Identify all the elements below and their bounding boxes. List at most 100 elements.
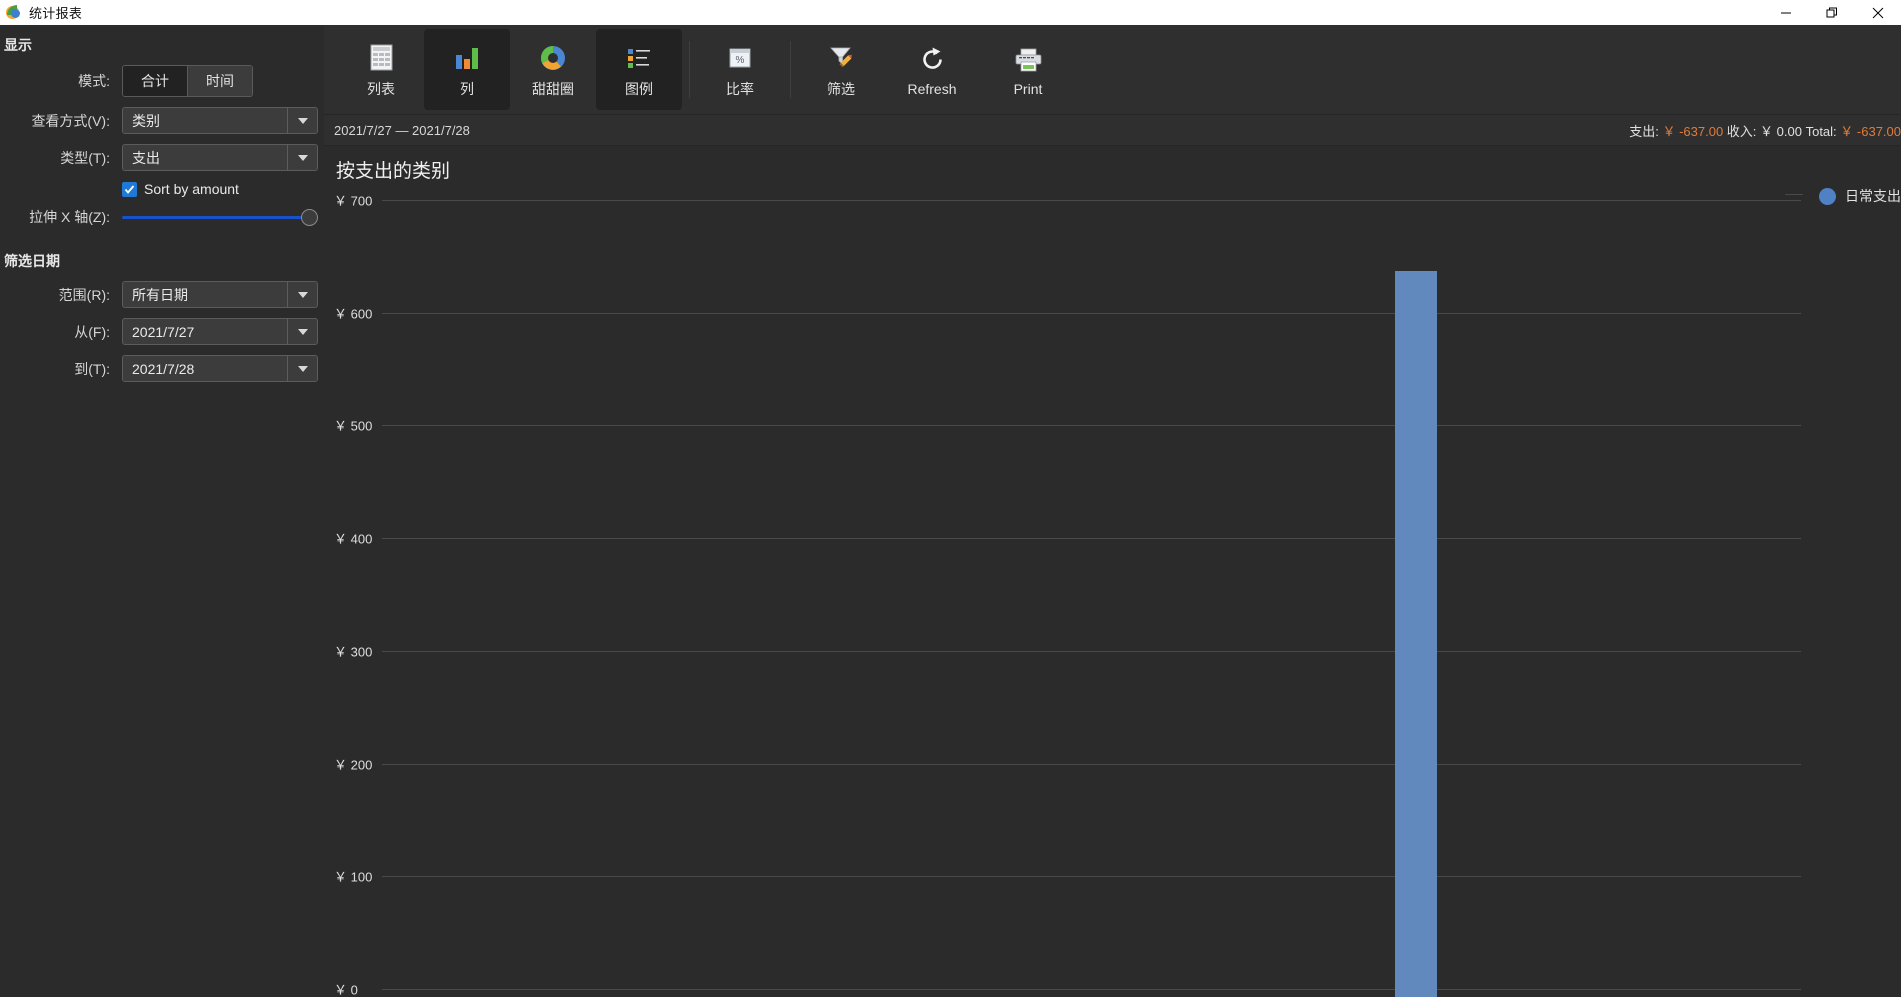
percent-icon: % [728, 41, 752, 75]
income-label: 收入: [1726, 123, 1757, 139]
main-panel: 列表 列 甜甜圈 图例 % 比率 筛选 Refresh Print 2021/7… [324, 25, 1901, 997]
chart-y-axis-label: ￥ 400 [334, 531, 373, 547]
chart-gridline [382, 312, 1801, 314]
toolbar-label: Print [1013, 80, 1043, 97]
chart-y-axis-label: ￥ 0 [334, 982, 358, 997]
toolbar-button-filter[interactable]: 筛选 [798, 29, 884, 110]
filter-edit-icon [828, 41, 855, 75]
total-label: Total: [1805, 123, 1837, 139]
to-date-row: 到(T): 2021/7/28 [0, 355, 324, 382]
chart-gridline [382, 763, 1801, 765]
toolbar-label: 列 [460, 80, 474, 97]
income-value: ￥ 0.00 [1760, 123, 1802, 139]
calendar-dropdown-icon[interactable] [287, 356, 317, 381]
chart-area: 按支出的类别 ￥ 0 ￥ 100 ￥ 200 ￥ 300 ￥ 400 ￥ 500 ￥ 600… [324, 146, 1901, 997]
type-value: 支出 [132, 149, 160, 166]
minimize-icon[interactable] [1763, 0, 1809, 25]
refresh-icon [920, 43, 945, 77]
stretch-x-row: 拉伸 X 轴(Z): [0, 207, 324, 227]
toolbar-button-ratio[interactable]: % 比率 [697, 29, 783, 110]
maximize-icon[interactable] [1809, 0, 1855, 25]
svg-text:%: % [736, 55, 745, 66]
chevron-down-icon[interactable] [287, 145, 317, 170]
chart-gridline [382, 425, 1801, 427]
toolbar-separator [790, 41, 791, 98]
window-title: 统计报表 [29, 6, 83, 21]
toolbar-label: 比率 [726, 80, 754, 97]
expense-label: 支出: [1629, 123, 1659, 139]
toolbar-label: 甜甜圈 [532, 80, 574, 97]
chart-gridline [382, 538, 1801, 540]
view-by-value: 类别 [132, 112, 160, 129]
donut-chart-icon [539, 41, 567, 75]
slider-thumb[interactable] [301, 208, 318, 226]
range-select[interactable]: 所有日期 [122, 281, 318, 308]
chart-y-axis-label: ￥ 600 [334, 306, 373, 322]
view-by-label: 查看方式(V): [31, 112, 110, 129]
mode-segmented-control[interactable]: 合计 时间 [122, 65, 253, 97]
type-select[interactable]: 支出 [122, 144, 318, 171]
toolbar-label: Refresh [907, 80, 957, 97]
toolbar-label: 图例 [625, 80, 653, 97]
expense-value: ￥ -637.00 [1662, 123, 1724, 139]
toolbar-button-legend[interactable]: 图例 [596, 29, 682, 110]
legend-leader-line [1785, 194, 1803, 195]
stretch-x-slider[interactable] [122, 207, 318, 227]
sort-by-amount-row[interactable]: Sort by amount [0, 181, 324, 197]
display-group-title: 显示 [4, 37, 32, 53]
chart-gridline [382, 200, 1801, 201]
toolbar-label: 列表 [367, 80, 395, 97]
view-by-select[interactable]: 类别 [122, 107, 318, 134]
toolbar: 列表 列 甜甜圈 图例 % 比率 筛选 Refresh Print [324, 25, 1901, 115]
chevron-down-icon[interactable] [287, 108, 317, 133]
chart-plot: ￥ 0 ￥ 100 ￥ 200 ￥ 300 ￥ 400 ￥ 500 ￥ 600 ￥ 700 [324, 190, 1901, 997]
slider-track [122, 215, 318, 219]
mode-option-total[interactable]: 合计 [123, 66, 188, 96]
toolbar-button-column[interactable]: 列 [424, 29, 510, 110]
type-label: 类型(T): [60, 149, 110, 166]
toolbar-separator [689, 41, 690, 98]
chart-y-axis-label: ￥ 700 [334, 193, 373, 209]
legend-entry-label: 日常支出 [1845, 188, 1901, 204]
chart-y-axis-label: ￥ 200 [334, 757, 373, 773]
from-date-input[interactable]: 2021/7/27 [122, 318, 318, 345]
chart-title: 按支出的类别 [336, 161, 451, 182]
close-icon[interactable] [1855, 0, 1901, 25]
date-range-text: 2021/7/27 — 2021/7/28 [334, 122, 470, 138]
settings-sidebar: 显示 模式: 合计 时间 查看方式(V): 类别 类型(T): 支出 Sort … [0, 25, 324, 997]
window-controls [1763, 0, 1901, 25]
toolbar-button-refresh[interactable]: Refresh [884, 29, 980, 110]
toolbar-label: 筛选 [827, 80, 855, 97]
calendar-dropdown-icon[interactable] [287, 319, 317, 344]
toolbar-button-list[interactable]: 列表 [338, 29, 424, 110]
sort-by-amount-checkbox[interactable] [122, 181, 137, 197]
status-bar: 2021/7/27 — 2021/7/28 支出: ￥ -637.00 收入: … [324, 115, 1901, 146]
totals-summary: 支出: ￥ -637.00 收入: ￥ 0.00 Total: ￥ -637.0… [1629, 121, 1901, 140]
to-date-input[interactable]: 2021/7/28 [122, 355, 318, 382]
to-date-value: 2021/7/28 [132, 360, 195, 377]
toolbar-button-donut[interactable]: 甜甜圈 [510, 29, 596, 110]
chart-bar[interactable] [1395, 271, 1437, 997]
legend-icon [626, 41, 652, 75]
chart-legend: 日常支出 [1785, 186, 1901, 206]
filter-group-title: 筛选日期 [4, 253, 60, 269]
sort-by-amount-label: Sort by amount [144, 181, 239, 197]
chevron-down-icon[interactable] [287, 282, 317, 307]
pie-chart-icon [6, 4, 22, 21]
chart-y-axis-label: ￥ 500 [334, 418, 373, 434]
stretch-x-label: 拉伸 X 轴(Z): [29, 209, 110, 225]
from-date-value: 2021/7/27 [132, 323, 195, 340]
toolbar-button-print[interactable]: Print [980, 29, 1076, 110]
range-row: 范围(R): 所有日期 [0, 281, 324, 308]
to-date-label: 到(T): [74, 360, 110, 377]
range-label: 范围(R): [58, 286, 110, 303]
range-value: 所有日期 [132, 286, 188, 303]
mode-option-time[interactable]: 时间 [188, 66, 252, 96]
chart-gridline [382, 876, 1801, 878]
chart-y-axis-label: ￥ 300 [334, 644, 373, 660]
printer-icon [1015, 43, 1042, 77]
type-row: 类型(T): 支出 [0, 144, 324, 171]
chart-gridline [382, 650, 1801, 652]
from-date-row: 从(F): 2021/7/27 [0, 318, 324, 345]
mode-label: 模式: [78, 73, 110, 89]
